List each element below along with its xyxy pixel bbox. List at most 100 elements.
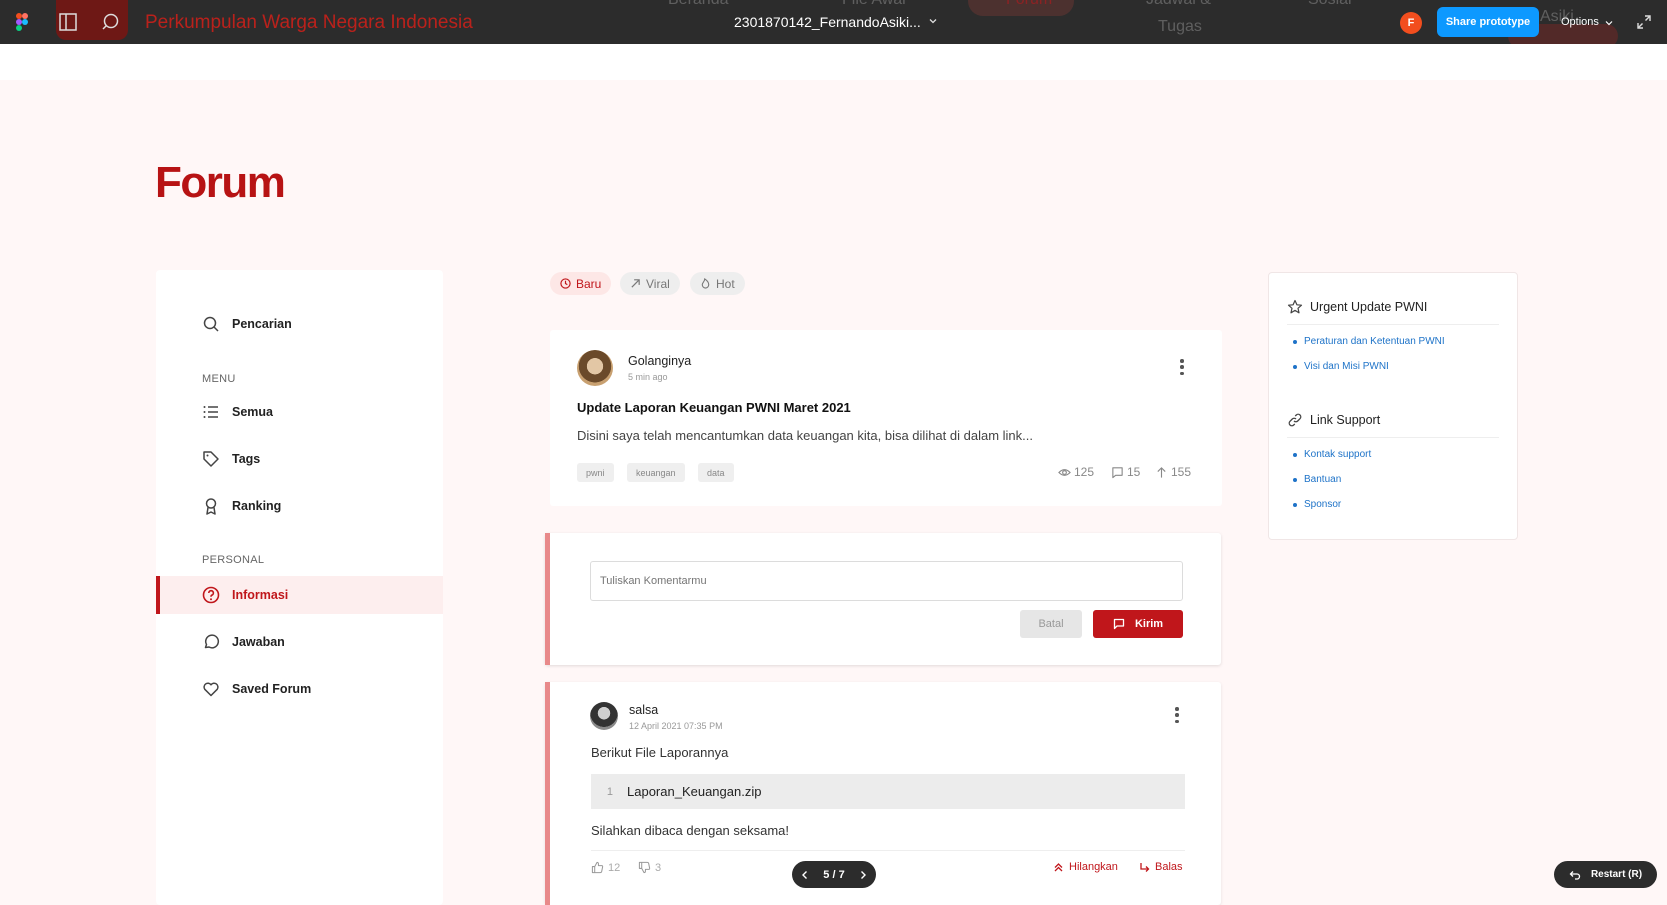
post-title[interactable]: Update Laporan Keuangan PWNI Maret 2021 bbox=[577, 400, 851, 415]
share-prototype-button[interactable]: Share prototype bbox=[1437, 7, 1539, 37]
avatar[interactable] bbox=[590, 702, 618, 730]
thumbs-down-icon bbox=[638, 861, 651, 874]
comment-icon[interactable] bbox=[100, 12, 120, 32]
figma-logo-icon[interactable] bbox=[15, 12, 29, 32]
post-views: 125 bbox=[1058, 465, 1094, 479]
chevron-down-icon[interactable] bbox=[928, 16, 938, 26]
reply-author[interactable]: salsa bbox=[629, 703, 658, 717]
link-text[interactable]: Visi dan Misi PWNI bbox=[1304, 361, 1389, 372]
sidebar-item-label: Jawaban bbox=[232, 635, 285, 649]
restart-arrow-icon bbox=[1569, 870, 1581, 880]
tag-data[interactable]: data bbox=[698, 463, 734, 482]
forum-post-card[interactable]: Golanginya 5 min ago Update Laporan Keua… bbox=[550, 330, 1222, 506]
link-sponsor[interactable]: Sponsor bbox=[1293, 499, 1341, 510]
tag-pwni[interactable]: pwni bbox=[577, 463, 614, 482]
thread-indicator bbox=[545, 682, 550, 905]
flame-icon bbox=[701, 278, 710, 289]
post-timestamp: 5 min ago bbox=[628, 372, 668, 382]
site-nav-file-awal[interactable]: File Awal bbox=[842, 0, 906, 9]
link-support-heading: Link Support bbox=[1287, 412, 1380, 428]
message-circle-icon bbox=[204, 634, 220, 649]
heart-icon bbox=[203, 682, 219, 697]
site-nav-forum[interactable]: Forum bbox=[1006, 0, 1052, 9]
link-text[interactable]: Bantuan bbox=[1304, 474, 1341, 485]
fullscreen-icon[interactable] bbox=[1636, 14, 1652, 30]
sidebar-personal-heading: PERSONAL bbox=[202, 554, 265, 566]
reply-arrow-icon bbox=[1140, 862, 1150, 872]
figma-toolbar: Perkumpulan Warga Negara Indonesia Beran… bbox=[0, 0, 1667, 44]
bullet bbox=[1293, 502, 1297, 507]
attachment-block[interactable]: 1 Laporan_Keuangan.zip bbox=[591, 774, 1185, 809]
sidebar-item-jawaban[interactable]: Jawaban bbox=[156, 623, 443, 661]
link-kontak-support[interactable]: Kontak support bbox=[1293, 449, 1371, 460]
post-comments: 15 bbox=[1111, 465, 1140, 479]
sidebar-item-informasi[interactable]: Informasi bbox=[156, 576, 443, 614]
comments-count: 15 bbox=[1127, 465, 1141, 479]
hide-label: Hilangkan bbox=[1069, 861, 1118, 873]
post-author[interactable]: Golanginya bbox=[628, 354, 691, 368]
filter-label: Viral bbox=[646, 276, 670, 291]
site-nav-jadwal[interactable]: Jadwal & bbox=[1146, 0, 1211, 9]
user-avatar[interactable]: F bbox=[1400, 12, 1422, 34]
avatar[interactable] bbox=[577, 350, 613, 386]
sidebar-item-ranking[interactable]: Ranking bbox=[156, 487, 443, 525]
message-square-icon bbox=[1113, 618, 1125, 630]
attachment-file-name[interactable]: Laporan_Keuangan.zip bbox=[627, 784, 761, 799]
sidebar-item-label: Saved Forum bbox=[232, 682, 312, 696]
bullet bbox=[1293, 477, 1297, 482]
sidebar-item-label: Semua bbox=[232, 405, 273, 419]
link-text[interactable]: Sponsor bbox=[1304, 499, 1341, 510]
chevrons-up-icon bbox=[1054, 862, 1063, 871]
link-text[interactable]: Kontak support bbox=[1304, 449, 1371, 460]
options-chevron-icon[interactable] bbox=[1605, 19, 1613, 27]
send-button[interactable]: Kirim bbox=[1093, 610, 1183, 638]
comment-form: Batal Kirim bbox=[545, 533, 1221, 665]
hide-button[interactable]: Hilangkan bbox=[1053, 861, 1118, 873]
sidebar-item-label: Tags bbox=[232, 452, 261, 466]
list-icon bbox=[203, 406, 218, 418]
post-more-icon[interactable] bbox=[1174, 356, 1190, 378]
line-number: 1 bbox=[606, 785, 613, 798]
link-bantuan[interactable]: Bantuan bbox=[1293, 474, 1341, 485]
reply-timestamp: 12 April 2021 07:35 PM bbox=[629, 721, 723, 731]
site-nav-sosial[interactable]: Sosial bbox=[1308, 0, 1352, 9]
sidebar-menu-heading: MENU bbox=[202, 373, 236, 385]
link-visi-misi[interactable]: Visi dan Misi PWNI bbox=[1293, 361, 1389, 372]
reply-button[interactable]: Balas bbox=[1139, 861, 1183, 873]
like-button[interactable]: 12 bbox=[591, 861, 620, 874]
link-peraturan[interactable]: Peraturan dan Ketentuan PWNI bbox=[1293, 336, 1445, 347]
bullet bbox=[1293, 339, 1297, 344]
link-text[interactable]: Peraturan dan Ketentuan PWNI bbox=[1304, 336, 1445, 347]
sidebar-item-tags[interactable]: Tags bbox=[156, 440, 443, 478]
send-button-label: Kirim bbox=[1134, 618, 1164, 630]
sidebar-panel-icon[interactable] bbox=[58, 12, 78, 32]
chevron-right-icon[interactable] bbox=[858, 870, 868, 880]
sidebar-item-search[interactable]: Pencarian bbox=[156, 305, 443, 343]
divider bbox=[591, 850, 1185, 851]
prototype-file-name[interactable]: 2301870142_FernandoAsiki... bbox=[734, 14, 921, 30]
post-upvotes: 155 bbox=[1155, 465, 1191, 479]
post-excerpt: Disini saya telah mencantumkan data keua… bbox=[577, 428, 1033, 443]
filter-viral[interactable]: Viral bbox=[620, 272, 680, 295]
eye-icon bbox=[1058, 468, 1071, 476]
sidebar-item-label: Informasi bbox=[232, 588, 289, 602]
trending-arrow-icon bbox=[631, 279, 640, 288]
comment-input[interactable] bbox=[590, 561, 1183, 601]
tag-icon bbox=[203, 451, 219, 467]
reply-more-icon[interactable] bbox=[1169, 704, 1185, 726]
sidebar-item-semua[interactable]: Semua bbox=[156, 393, 443, 431]
sidebar-item-saved-forum[interactable]: Saved Forum bbox=[156, 670, 443, 708]
options-menu[interactable]: Options bbox=[1561, 16, 1599, 28]
site-nav-tugas[interactable]: Tugas bbox=[1158, 18, 1202, 36]
search-icon bbox=[203, 316, 219, 332]
cancel-button[interactable]: Batal bbox=[1020, 610, 1082, 638]
link-icon bbox=[1288, 413, 1302, 427]
sidebar-item-label: Ranking bbox=[232, 499, 282, 513]
chevron-left-icon[interactable] bbox=[800, 870, 810, 880]
tag-keuangan[interactable]: keuangan bbox=[627, 463, 685, 482]
site-nav-beranda[interactable]: Beranda bbox=[668, 0, 729, 9]
filter-hot[interactable]: Hot bbox=[690, 272, 745, 295]
restart-button[interactable]: Restart (R) bbox=[1554, 861, 1657, 888]
dislike-button[interactable]: 3 bbox=[638, 861, 661, 874]
filter-baru[interactable]: Baru bbox=[550, 272, 612, 295]
